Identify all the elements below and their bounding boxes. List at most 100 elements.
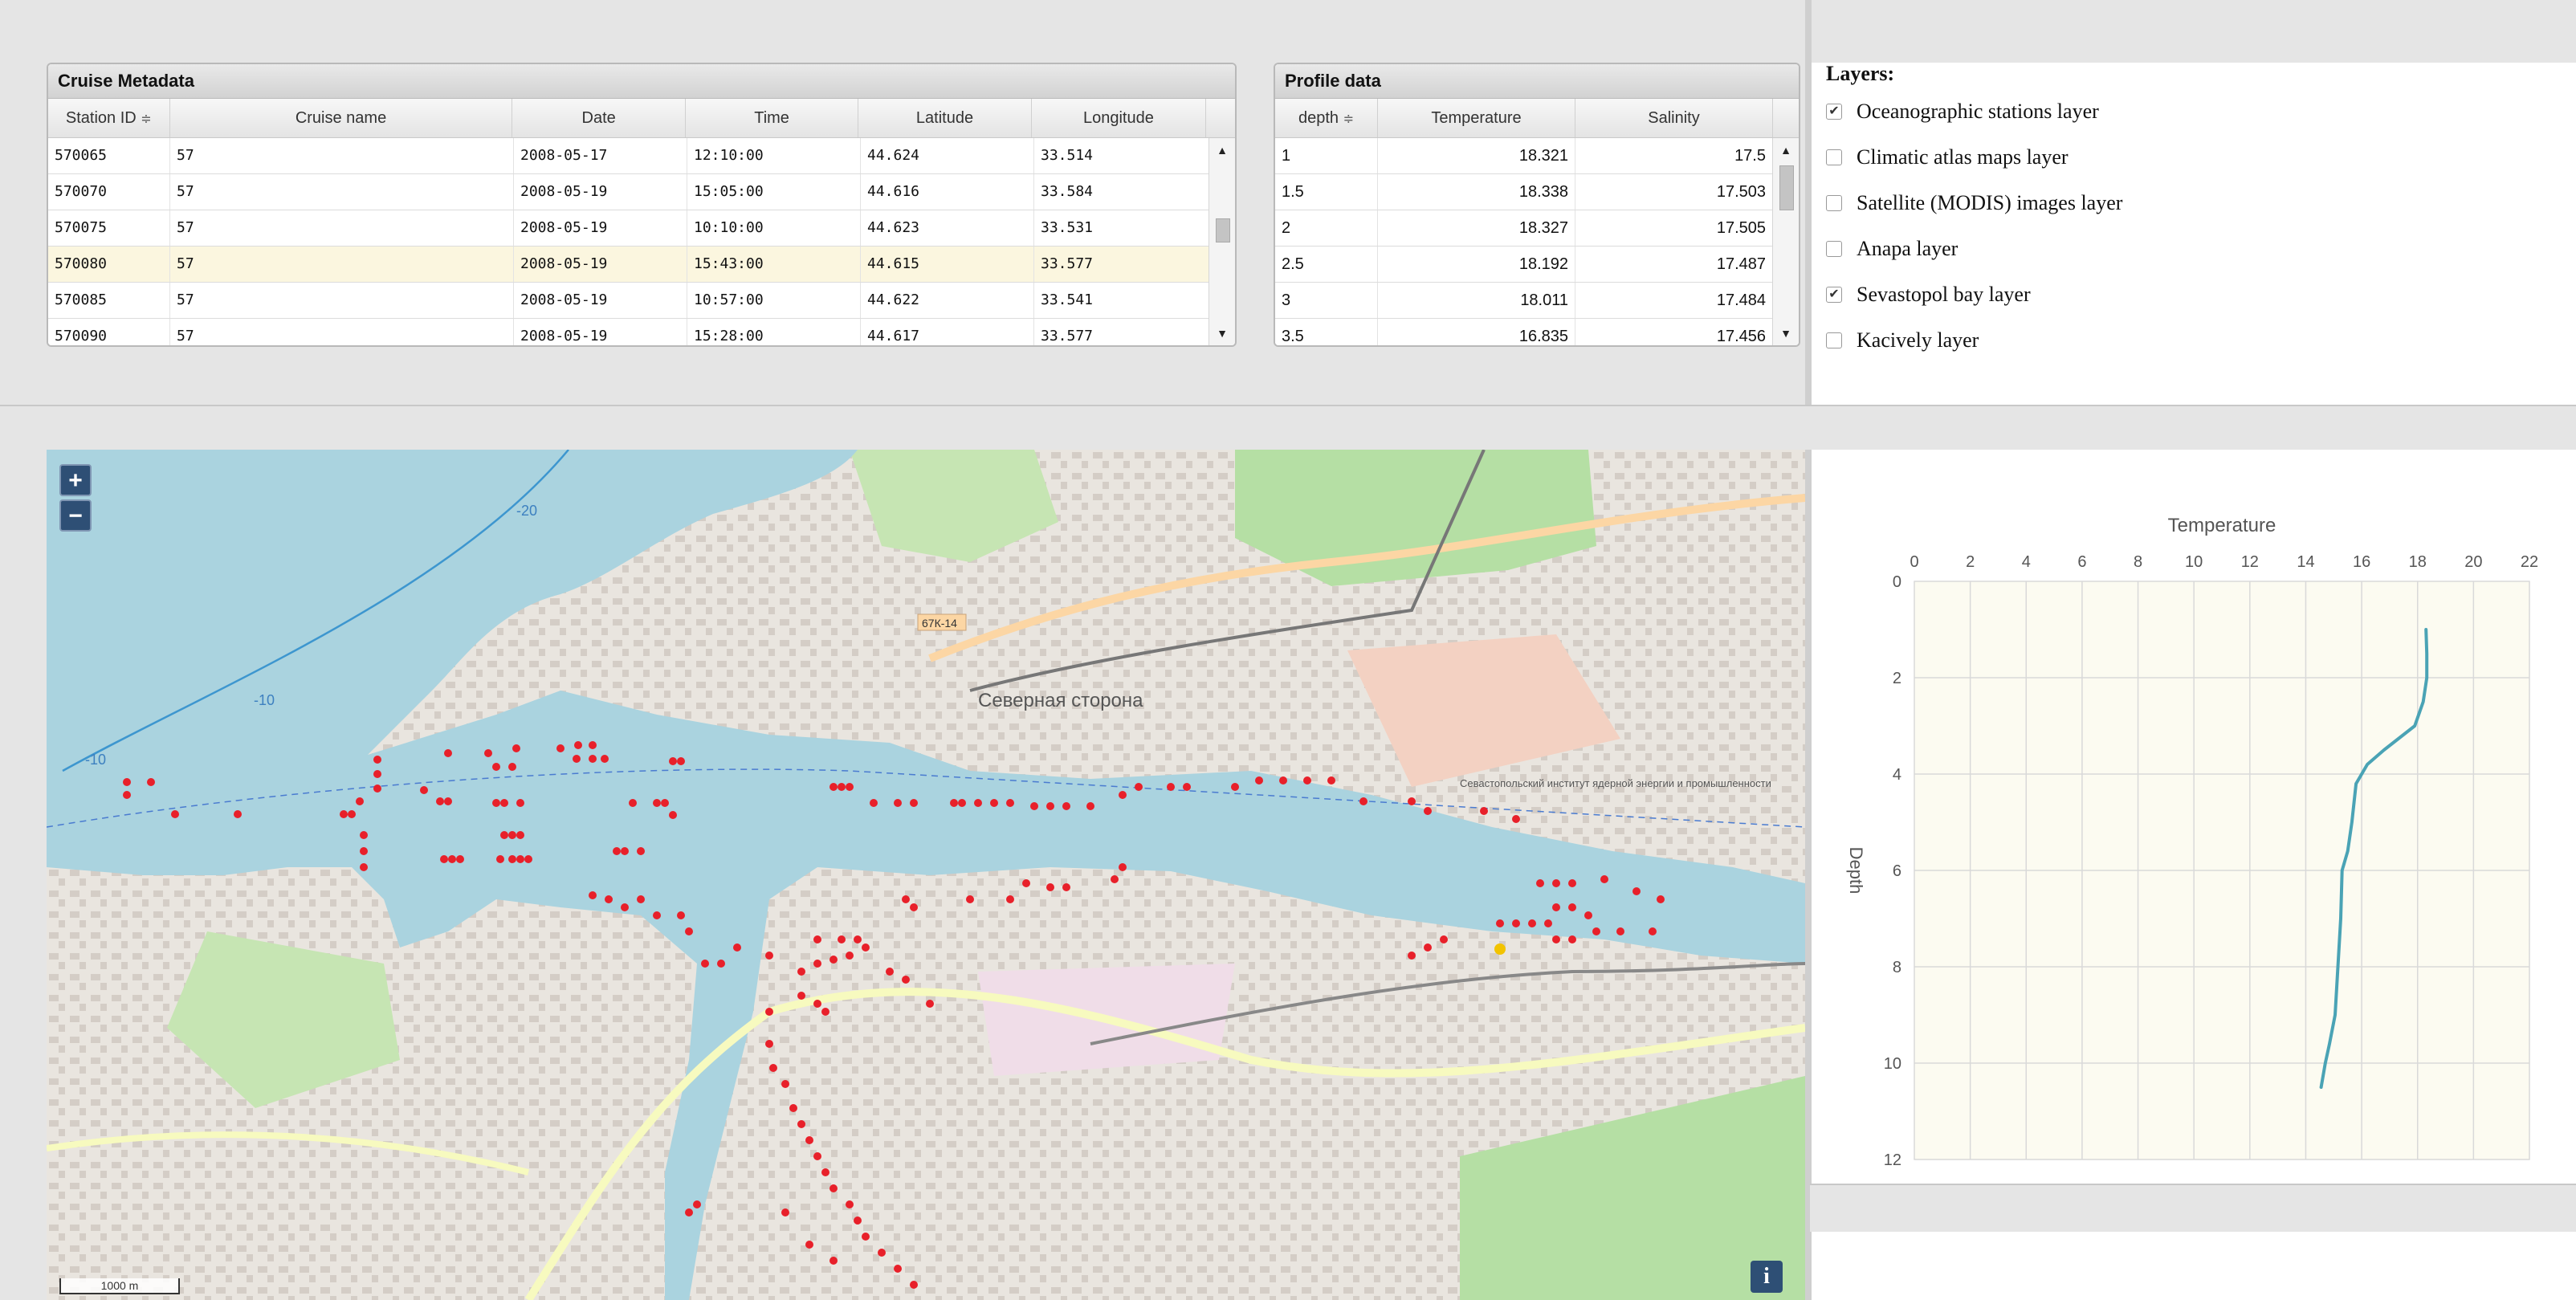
station-marker[interactable] xyxy=(1632,887,1641,895)
scroll-up-icon[interactable]: ▲ xyxy=(1773,138,1799,162)
layer-checkbox[interactable] xyxy=(1826,240,1842,257)
station-marker[interactable] xyxy=(1584,911,1592,919)
station-marker[interactable] xyxy=(1167,783,1175,791)
station-marker[interactable] xyxy=(862,1233,870,1241)
station-marker[interactable] xyxy=(1616,927,1624,935)
station-marker[interactable] xyxy=(492,799,500,807)
table-row[interactable]: 570065 57 2008-05-17 12:10:00 44.624 33.514 xyxy=(48,138,1209,174)
station-marker[interactable] xyxy=(838,935,846,943)
station-marker[interactable] xyxy=(733,943,741,952)
layer-checkbox[interactable] xyxy=(1826,332,1842,348)
station-marker[interactable] xyxy=(677,757,685,765)
station-marker[interactable] xyxy=(1544,919,1552,927)
station-marker[interactable] xyxy=(621,847,629,855)
station-marker[interactable] xyxy=(516,831,524,839)
layer-checkbox[interactable] xyxy=(1826,194,1842,211)
station-marker[interactable] xyxy=(781,1208,789,1216)
station-marker[interactable] xyxy=(1062,883,1070,891)
station-marker[interactable] xyxy=(685,927,693,935)
station-marker[interactable] xyxy=(1279,776,1287,784)
station-marker[interactable] xyxy=(356,797,364,805)
station-marker[interactable] xyxy=(613,847,621,855)
station-marker[interactable] xyxy=(821,1008,829,1016)
station-marker[interactable] xyxy=(1086,802,1094,810)
station-marker[interactable] xyxy=(789,1104,797,1112)
station-marker[interactable] xyxy=(1046,802,1054,810)
station-marker[interactable] xyxy=(1568,935,1576,943)
station-marker[interactable] xyxy=(765,952,773,960)
station-marker[interactable] xyxy=(829,956,838,964)
station-marker[interactable] xyxy=(556,744,565,752)
station-marker[interactable] xyxy=(950,799,958,807)
station-marker[interactable] xyxy=(1649,927,1657,935)
station-marker[interactable] xyxy=(829,1184,838,1192)
layer-item[interactable]: Satellite (MODIS) images layer xyxy=(1826,180,2549,226)
station-marker[interactable] xyxy=(589,741,597,749)
column-header-station-id[interactable]: Station ID ≑ xyxy=(48,99,170,137)
station-marker[interactable] xyxy=(813,935,821,943)
station-marker[interactable] xyxy=(805,1136,813,1144)
station-marker[interactable] xyxy=(886,968,894,976)
table-row[interactable]: 1 18.321 17.5 xyxy=(1275,138,1773,174)
attribution-info-button[interactable]: i xyxy=(1751,1261,1783,1293)
station-marker[interactable] xyxy=(653,911,661,919)
station-marker[interactable] xyxy=(234,810,242,818)
station-marker[interactable] xyxy=(701,960,709,968)
station-marker[interactable] xyxy=(910,903,918,911)
station-marker[interactable] xyxy=(846,1200,854,1208)
station-marker[interactable] xyxy=(360,831,368,839)
station-marker[interactable] xyxy=(171,810,179,818)
column-header-salinity[interactable]: Salinity xyxy=(1575,99,1773,137)
station-marker[interactable] xyxy=(589,755,597,763)
station-marker[interactable] xyxy=(1006,799,1014,807)
station-marker[interactable] xyxy=(854,1216,862,1225)
table-row[interactable]: 2 18.327 17.505 xyxy=(1275,210,1773,247)
table-row[interactable]: 570070 57 2008-05-19 15:05:00 44.616 33.584 xyxy=(48,174,1209,210)
station-marker[interactable] xyxy=(854,935,862,943)
station-marker[interactable] xyxy=(1030,802,1038,810)
station-marker[interactable] xyxy=(1552,879,1560,887)
station-marker[interactable] xyxy=(1600,875,1608,883)
station-marker[interactable] xyxy=(440,855,448,863)
station-marker[interactable] xyxy=(1592,927,1600,935)
station-marker[interactable] xyxy=(846,783,854,791)
station-marker[interactable] xyxy=(966,895,974,903)
station-marker[interactable] xyxy=(990,799,998,807)
column-header-cruise-name[interactable]: Cruise name xyxy=(170,99,513,137)
station-marker[interactable] xyxy=(448,855,456,863)
station-marker[interactable] xyxy=(653,799,661,807)
map-canvas[interactable]: -20 -10 -10 Северная сторона Севастополь… xyxy=(47,450,1805,1300)
station-marker[interactable] xyxy=(621,903,629,911)
station-marker[interactable] xyxy=(456,855,464,863)
layer-checkbox[interactable]: ✔ xyxy=(1826,286,1842,303)
station-marker[interactable] xyxy=(1408,952,1416,960)
station-marker[interactable] xyxy=(508,831,516,839)
station-marker[interactable] xyxy=(373,756,381,764)
layer-item[interactable]: Anapa layer xyxy=(1826,226,2549,271)
station-marker[interactable] xyxy=(1568,903,1576,911)
station-marker[interactable] xyxy=(902,895,910,903)
station-marker[interactable] xyxy=(717,960,725,968)
layer-item[interactable]: ✔ Sevastopol bay layer xyxy=(1826,271,2549,317)
station-marker[interactable] xyxy=(926,1000,934,1008)
station-marker[interactable] xyxy=(484,749,492,757)
station-marker[interactable] xyxy=(373,770,381,778)
station-marker[interactable] xyxy=(813,1000,821,1008)
zoom-in-button[interactable]: + xyxy=(59,464,92,496)
station-marker[interactable] xyxy=(500,799,508,807)
station-marker[interactable] xyxy=(1327,776,1335,784)
station-marker[interactable] xyxy=(492,763,500,771)
station-marker[interactable] xyxy=(910,799,918,807)
station-marker[interactable] xyxy=(574,741,582,749)
station-marker[interactable] xyxy=(765,1008,773,1016)
station-marker[interactable] xyxy=(1512,815,1520,823)
station-marker[interactable] xyxy=(902,976,910,984)
station-marker[interactable] xyxy=(829,1257,838,1265)
scroll-down-icon[interactable]: ▼ xyxy=(1773,321,1799,345)
station-marker[interactable] xyxy=(1657,895,1665,903)
layer-item[interactable]: ✔ Oceanographic stations layer xyxy=(1826,88,2549,134)
station-marker[interactable] xyxy=(1046,883,1054,891)
station-marker[interactable] xyxy=(1424,807,1432,815)
column-header-latitude[interactable]: Latitude xyxy=(858,99,1032,137)
station-marker[interactable] xyxy=(348,810,356,818)
